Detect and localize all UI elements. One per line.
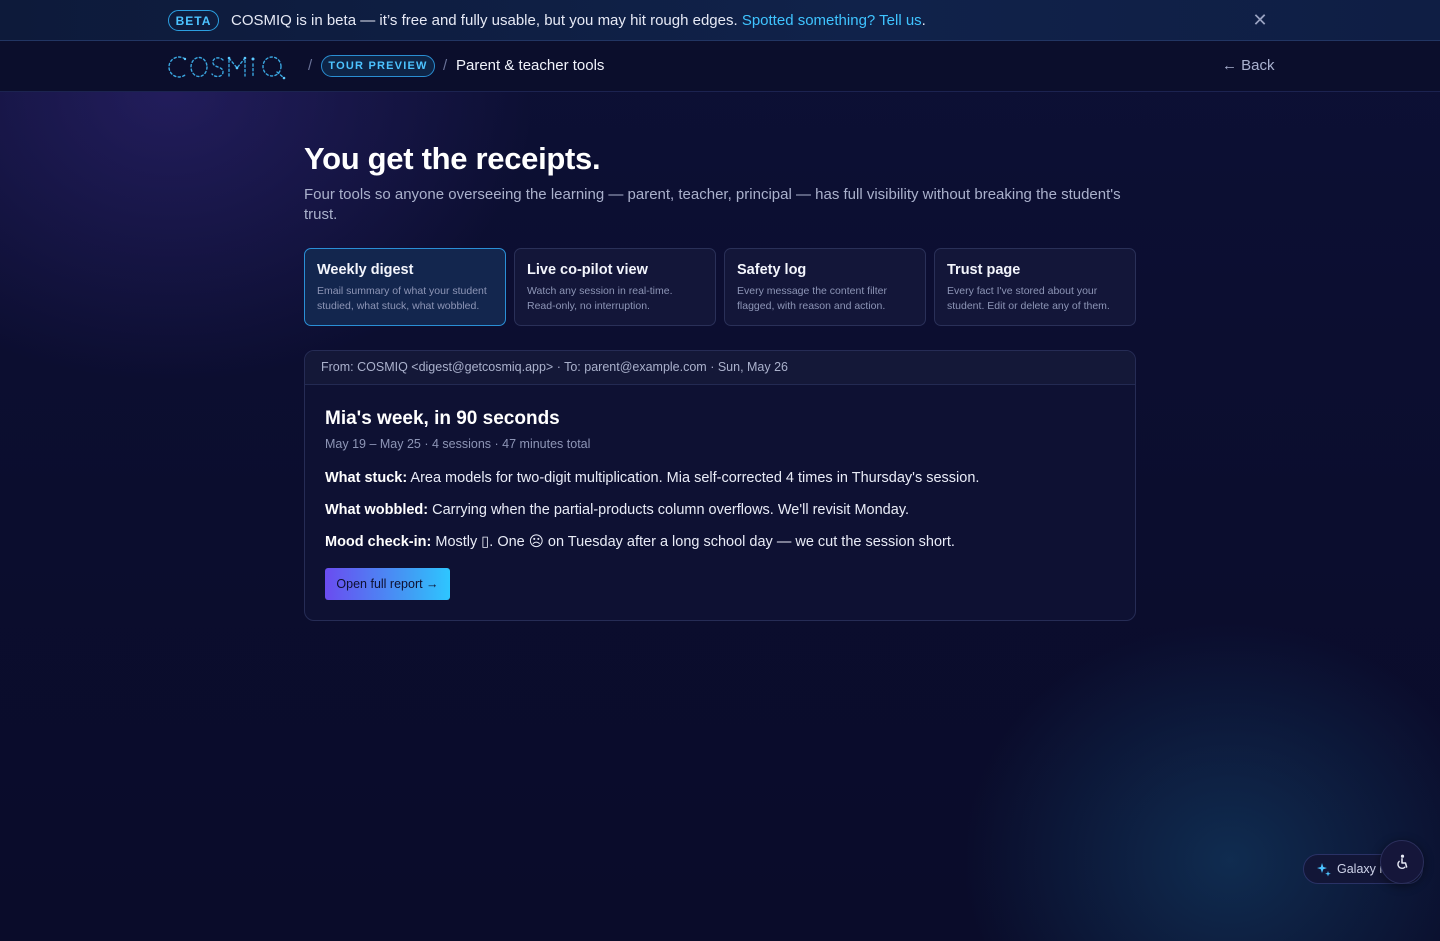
tool-card-trust-page[interactable]: Trust page Every fact I've stored about … [934, 248, 1136, 326]
beta-banner: BETA COSMIQ is in beta — it’s free and f… [0, 0, 1440, 41]
cosmiq-logo[interactable] [167, 50, 293, 83]
accessibility-button[interactable] [1380, 840, 1424, 884]
tool-card-desc: Email summary of what your student studi… [317, 285, 487, 312]
tool-card-title: Live co-pilot view [527, 262, 648, 278]
tool-card-weekly-digest[interactable]: Weekly digest Email summary of what your… [304, 248, 506, 326]
tool-card-desc: Every message the content filter flagged… [737, 285, 887, 312]
email-meta: May 19 – May 25 · 4 sessions · 47 minute… [325, 437, 591, 451]
sparkle-icon [1317, 863, 1331, 877]
tool-card-title: Safety log [737, 262, 807, 278]
email-subject: Mia's week, in 90 seconds [325, 408, 560, 429]
tool-card-title: Weekly digest [317, 262, 414, 278]
email-preview: From: COSMIQ <digest@getcosmiq.app> · To… [304, 350, 1136, 621]
top-nav: / TOUR PREVIEW / Parent & teacher tools … [0, 41, 1440, 92]
breadcrumb-current: Parent & teacher tools [456, 57, 605, 74]
tool-card-safety-log[interactable]: Safety log Every message the content fil… [724, 248, 926, 326]
feedback-link[interactable]: Spotted something? Tell us [742, 12, 922, 29]
breadcrumb-separator: / [443, 57, 448, 74]
email-mood-checkin: Mood check-in: Mostly ▯. One ☹ on Tuesda… [325, 534, 955, 550]
tour-preview-badge[interactable]: TOUR PREVIEW [321, 55, 435, 77]
email-what-wobbled: What wobbled: Carrying when the partial-… [325, 502, 910, 518]
open-full-report-button[interactable]: Open full report → [325, 568, 450, 600]
back-link[interactable]: ← Back [1222, 57, 1275, 74]
page-subtitle: Four tools so anyone overseeing the lear… [304, 186, 1121, 223]
tool-card-title: Trust page [947, 262, 1021, 278]
beta-message: COSMIQ is in beta — it’s free and fully … [231, 12, 926, 29]
close-icon[interactable]: ✕ [1250, 10, 1270, 30]
accessibility-icon [1397, 854, 1408, 870]
email-header: From: COSMIQ <digest@getcosmiq.app> · To… [305, 351, 1135, 385]
breadcrumb-separator: / [308, 57, 313, 74]
tool-card-live-copilot[interactable]: Live co-pilot view Watch any session in … [514, 248, 716, 326]
beta-badge: BETA [168, 10, 219, 31]
tool-card-desc: Every fact I've stored about your studen… [947, 285, 1110, 312]
tool-card-desc: Watch any session in real-time. Read-onl… [527, 285, 673, 312]
email-what-stuck: What stuck: Area models for two-digit mu… [325, 470, 980, 486]
page-title: You get the receipts. [304, 141, 601, 176]
